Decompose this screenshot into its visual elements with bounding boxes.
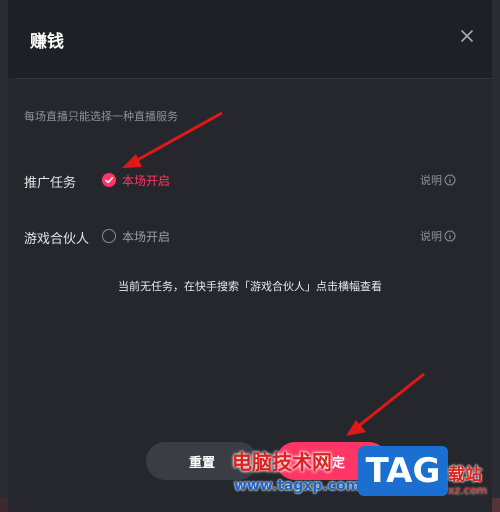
info-icon: [444, 230, 456, 242]
watermark-suffix-url: xz.com: [448, 484, 488, 497]
promotion-task-option[interactable]: 本场开启: [122, 172, 170, 189]
watermark-logo: TAG: [358, 446, 448, 496]
promotion-task-explain[interactable]: 说明: [420, 172, 456, 188]
watermark-suffix: 载站: [448, 465, 482, 485]
promotion-task-radio[interactable]: [102, 173, 116, 187]
game-partner-label: 游戏合伙人: [24, 232, 90, 247]
no-task-notice: 当前无任务，在快手搜索「游戏合伙人」点击横幅查看: [118, 280, 382, 293]
header-divider: [16, 78, 492, 79]
earn-money-dialog: 赚钱 每场直播只能选择一种直播服务 推广任务 本场开启 说明 游戏合伙人 本场开…: [8, 0, 492, 512]
service-hint: 每场直播只能选择一种直播服务: [24, 110, 178, 123]
explain-label: 说明: [420, 174, 442, 187]
promotion-task-label: 推广任务: [24, 176, 77, 191]
watermark-site-name: 电脑技术网: [232, 450, 332, 474]
dialog-header: 赚钱: [8, 0, 492, 78]
check-icon: [105, 177, 114, 184]
game-partner-radio[interactable]: [102, 229, 116, 243]
close-icon[interactable]: [458, 27, 476, 45]
background-right: [492, 0, 500, 512]
watermark-url: www.tagxp.com: [234, 478, 361, 494]
explain-label: 说明: [420, 230, 442, 243]
info-icon: [444, 174, 456, 186]
game-partner-explain[interactable]: 说明: [420, 228, 456, 244]
dialog-title: 赚钱: [30, 32, 64, 52]
game-partner-option[interactable]: 本场开启: [122, 228, 170, 245]
background-left: [0, 0, 8, 512]
